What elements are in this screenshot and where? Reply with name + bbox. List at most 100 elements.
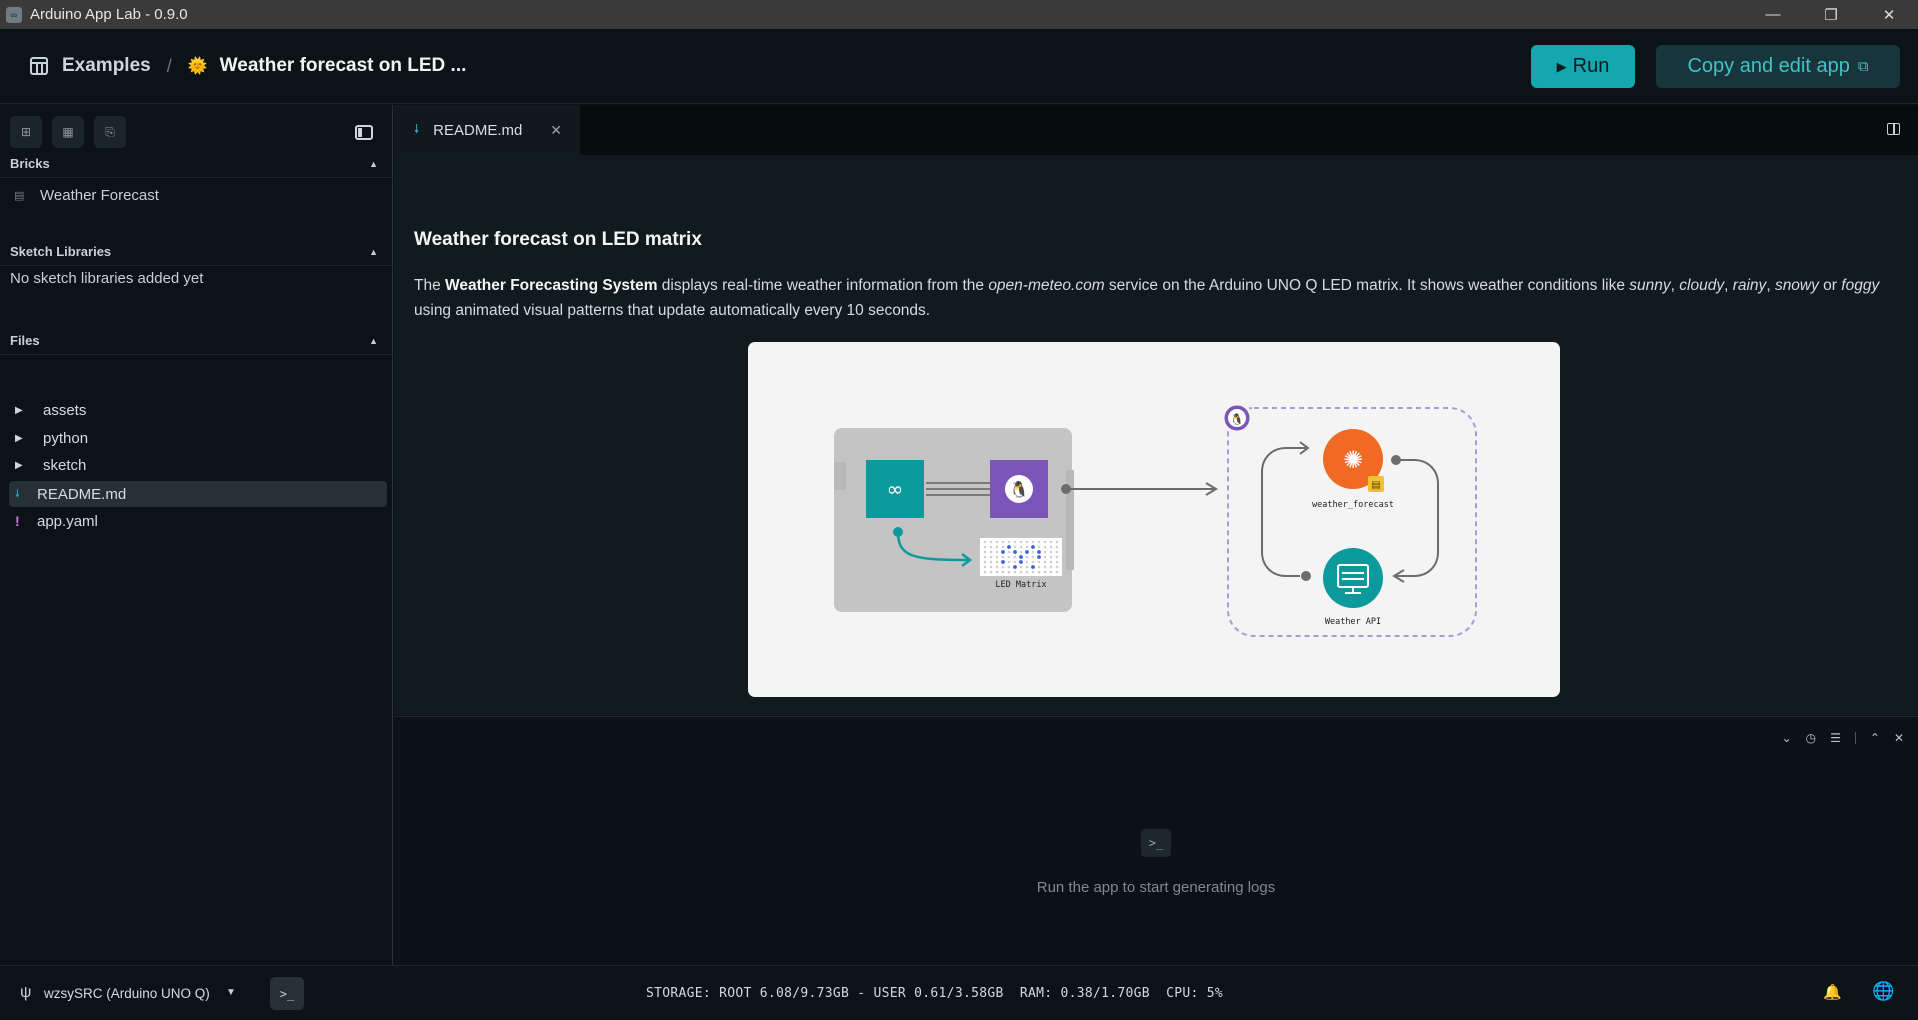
led-dot <box>995 570 999 574</box>
led-dot <box>1055 550 1059 554</box>
window-title: Arduino App Lab - 0.9.0 <box>30 6 188 23</box>
led-dot <box>1031 550 1035 554</box>
led-dot <box>1013 570 1017 574</box>
clear-logs-icon[interactable]: ☰ <box>1830 731 1841 745</box>
arduino-chip-icon: ∞ <box>887 477 904 501</box>
files-section-header[interactable]: Files ▲ <box>0 327 393 355</box>
led-dot <box>1019 560 1023 564</box>
copy-icon: ⧉ <box>1857 58 1869 75</box>
brick-item-weather-forecast[interactable]: ▤ Weather Forecast <box>0 181 393 209</box>
file-label: sketch <box>43 456 87 474</box>
library-icon[interactable]: ▦ <box>52 116 84 148</box>
led-dot <box>1013 565 1017 569</box>
breadcrumb-current-app: Weather forecast on LED ... <box>219 55 467 76</box>
led-dot <box>1025 540 1029 544</box>
run-button-label: Run <box>1572 55 1610 77</box>
led-dot <box>1043 545 1047 549</box>
folder-expand-icon: ▶ <box>15 432 23 444</box>
globe-icon[interactable]: 🌐 <box>1872 981 1894 1002</box>
close-panel-icon[interactable]: ✕ <box>1894 731 1904 745</box>
led-dot <box>983 555 987 559</box>
led-dot <box>983 550 987 554</box>
led-dot <box>1019 570 1023 574</box>
split-view-icon[interactable] <box>1887 123 1900 135</box>
run-button[interactable]: ▶ Run <box>1531 45 1635 88</box>
copy-and-edit-button[interactable]: Copy and edit app ⧉ <box>1656 45 1900 88</box>
weather-forecast-label: weather_forecast <box>1312 500 1394 510</box>
add-brick-icon[interactable]: ⊞ <box>10 116 42 148</box>
led-dot <box>1019 555 1023 559</box>
sidebar-toggle-icon[interactable] <box>355 125 373 140</box>
led-dot <box>1001 555 1005 559</box>
file-item-assets[interactable]: ▶ assets <box>9 397 387 423</box>
chevron-down-icon[interactable]: ▼ <box>226 987 236 998</box>
led-dot <box>1001 540 1005 544</box>
led-dot <box>1013 540 1017 544</box>
led-dot <box>1055 545 1059 549</box>
led-dot <box>1031 570 1035 574</box>
close-tab-icon[interactable]: ✕ <box>550 122 562 139</box>
led-dot <box>1055 555 1059 559</box>
led-dot <box>983 540 987 544</box>
led-dot <box>1043 555 1047 559</box>
led-dot <box>1007 570 1011 574</box>
led-dot <box>1055 540 1059 544</box>
timestamp-icon[interactable]: ◷ <box>1806 731 1816 745</box>
led-dot <box>989 570 993 574</box>
sun-emoji-icon: 🌞 <box>187 58 208 75</box>
sidebar: ⊞ ▦ ⎘ Bricks ▲ ▤ Weather Forecast Sketch… <box>0 105 393 965</box>
led-dot <box>1049 560 1053 564</box>
led-dot <box>989 545 993 549</box>
led-dot <box>1025 560 1029 564</box>
restore-icon[interactable]: ❐ <box>1802 0 1860 29</box>
sketch-libraries-title: Sketch Libraries <box>10 244 112 259</box>
led-dot <box>1013 555 1017 559</box>
grid-icon[interactable] <box>30 57 48 75</box>
tab-readme[interactable]: 🠗 README.md ✕ <box>394 105 580 155</box>
file-label: README.md <box>37 485 127 503</box>
led-dot <box>1043 565 1047 569</box>
led-dot <box>1037 545 1041 549</box>
led-dot <box>995 560 999 564</box>
usb-icon: ψ <box>20 984 32 1001</box>
add-file-icon[interactable]: ⎘ <box>94 116 126 148</box>
led-dot <box>989 540 993 544</box>
architecture-diagram-svg: ∞ 🐧 LED Matrix 🐧 ✺ ▤ weather_forecast We… <box>834 402 1477 637</box>
yaml-file-icon: ! <box>15 513 20 529</box>
file-item-app-yaml[interactable]: ! app.yaml <box>9 508 387 534</box>
led-dot <box>1007 560 1011 564</box>
led-dot <box>995 545 999 549</box>
scroll-down-icon[interactable]: ⌄ <box>1782 731 1792 745</box>
led-dot <box>1025 550 1029 554</box>
led-dot <box>1049 540 1053 544</box>
led-dot <box>983 565 987 569</box>
device-selector-label[interactable]: wzsySRC (Arduino UNO Q) <box>44 986 210 1001</box>
led-dot <box>1043 570 1047 574</box>
led-dot <box>1043 540 1047 544</box>
led-dot <box>1049 545 1053 549</box>
open-terminal-button[interactable]: >_ <box>270 977 304 1010</box>
file-label: app.yaml <box>37 512 98 530</box>
architecture-diagram: ∞ 🐧 LED Matrix 🐧 ✺ ▤ weather_forecast We… <box>748 342 1560 697</box>
led-dot <box>1037 550 1041 554</box>
toolbar-divider <box>1854 732 1856 744</box>
expand-panel-icon[interactable]: ⌃ <box>1870 731 1880 745</box>
breadcrumb-examples[interactable]: Examples <box>62 55 151 77</box>
sketch-libraries-section-header[interactable]: Sketch Libraries ▲ <box>0 238 393 266</box>
led-dot <box>1001 545 1005 549</box>
window-titlebar: ∞ Arduino App Lab - 0.9.0 — ❐ ✕ <box>0 0 1918 29</box>
minimize-icon[interactable]: — <box>1744 0 1802 29</box>
bell-icon[interactable]: 🔔 <box>1823 983 1842 1001</box>
file-item-python[interactable]: ▶ python <box>9 425 387 451</box>
led-dot <box>989 565 993 569</box>
collapse-caret-icon: ▲ <box>369 335 378 346</box>
led-dot <box>1037 565 1041 569</box>
close-icon[interactable]: ✕ <box>1860 0 1918 29</box>
window-controls: — ❐ ✕ <box>1744 0 1918 29</box>
linux-badge-icon: 🐧 <box>1230 413 1244 426</box>
file-item-sketch[interactable]: ▶ sketch <box>9 452 387 478</box>
copy-button-label: Copy and edit app <box>1687 55 1850 77</box>
file-item-readme[interactable]: 🠗 README.md <box>9 481 387 507</box>
logs-panel: ⌄ ◷ ☰ ⌃ ✕ >_ Run the app to start genera… <box>394 716 1918 965</box>
bricks-section-header[interactable]: Bricks ▲ <box>0 150 393 178</box>
